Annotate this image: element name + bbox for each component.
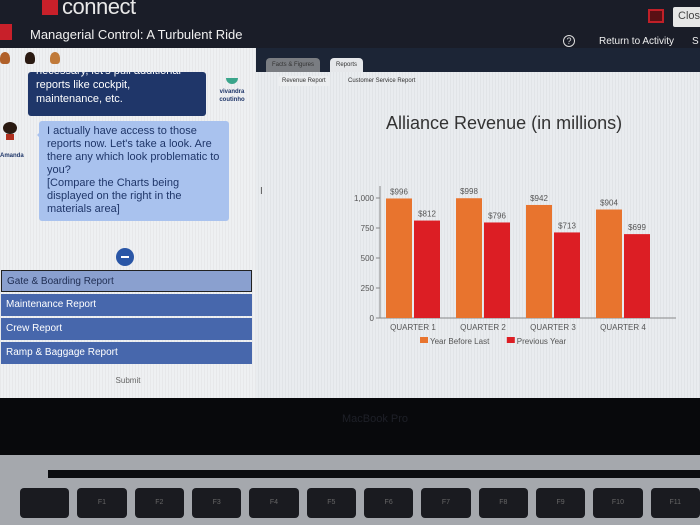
report-option[interactable]: Ramp & Baggage Report <box>1 342 252 364</box>
avatar-row <box>0 52 60 64</box>
data-label: $796 <box>488 211 506 220</box>
keyboard-key: F4 <box>249 488 299 518</box>
bar-year-before-last <box>596 209 622 318</box>
bar-year-before-last <box>526 204 552 318</box>
keyboard-key: F10 <box>593 488 643 518</box>
avatar-icon <box>226 78 238 84</box>
bar-year-before-last <box>456 198 482 318</box>
avatar <box>25 52 35 64</box>
speaker-name: Amanda <box>0 153 24 159</box>
submit-button[interactable]: Submit <box>104 373 152 389</box>
subtab-revenue-report[interactable]: Revenue Report <box>278 76 330 86</box>
y-tick-label: 1,000 <box>354 194 375 203</box>
x-tick-label: QUARTER 2 <box>460 323 506 332</box>
bar-previous-year <box>624 234 650 318</box>
collapse-minus-icon[interactable] <box>116 248 134 266</box>
legend-swatch <box>420 337 428 343</box>
chat-message-vivandra: necessary, let's pull additional reports… <box>28 72 206 116</box>
x-tick-label: QUARTER 3 <box>530 323 576 332</box>
x-tick-label: QUARTER 1 <box>390 323 436 332</box>
data-label: $713 <box>558 221 576 230</box>
keyboard-function-row: F1 F2 F3 F4 F5 F6 F7 F8 F9 F10 F11 <box>0 488 700 525</box>
mcgraw-hill-logo <box>42 0 58 15</box>
materials-tabbar: Facts & Figures Reports <box>256 48 700 72</box>
header-link-s[interactable]: S <box>692 36 699 47</box>
avatar-amanda <box>3 122 17 140</box>
tab-reports[interactable]: Reports <box>330 58 364 72</box>
data-label: $904 <box>600 199 618 208</box>
speaker-vivandra: vivandra coutinho <box>210 78 254 104</box>
publisher-logo-icon <box>0 24 12 40</box>
keyboard-key: F1 <box>77 488 127 518</box>
app-header: connect Managerial Control: A Turbulent … <box>0 0 700 48</box>
keyboard-key: F11 <box>650 488 700 518</box>
report-option[interactable]: Gate & Boarding Report <box>1 270 252 292</box>
bar-previous-year <box>554 232 580 318</box>
legend-swatch <box>506 337 515 343</box>
y-tick-label: 0 <box>370 314 375 323</box>
y-tick-label: 250 <box>361 284 375 293</box>
activity-body: necessary, let's pull additional reports… <box>0 48 700 398</box>
screen-photo: connect Managerial Control: A Turbulent … <box>0 0 700 525</box>
avatar <box>50 52 60 64</box>
bar-previous-year <box>414 220 440 318</box>
bezel-label: MacBook Pro <box>342 413 409 425</box>
data-label: $998 <box>460 187 478 196</box>
report-option[interactable]: Maintenance Report <box>1 294 252 316</box>
data-label: $996 <box>390 187 408 196</box>
chat-message-amanda: I actually have access to those reports … <box>37 121 229 221</box>
subtab-customer-service-report[interactable]: Customer Service Report <box>344 76 419 86</box>
message-text: necessary, let's pull additional reports… <box>36 72 181 105</box>
y-tick-label: 750 <box>361 224 375 233</box>
avatar-head <box>3 122 17 134</box>
data-label: $942 <box>530 194 548 203</box>
lid-edge <box>48 470 700 478</box>
legend-label: Year Before Last <box>430 337 490 346</box>
legend-label: Previous Year <box>517 337 567 346</box>
activity-title: Managerial Control: A Turbulent Ride <box>30 27 243 42</box>
keyboard-key: F3 <box>191 488 242 518</box>
bar-year-before-last <box>386 198 412 318</box>
avatar <box>0 52 10 64</box>
bar-previous-year <box>484 222 510 318</box>
keyboard-key: F6 <box>363 488 414 518</box>
chat-pane: necessary, let's pull additional reports… <box>0 48 256 398</box>
keyboard-key: F7 <box>421 488 471 518</box>
record-icon[interactable] <box>648 9 664 23</box>
x-tick-label: QUARTER 4 <box>600 323 646 332</box>
keyboard-key <box>20 488 70 518</box>
brand-name: connect <box>62 0 136 19</box>
report-options: Gate & Boarding Report Maintenance Repor… <box>1 270 252 366</box>
keyboard-key: F8 <box>478 488 528 518</box>
materials-pane: Facts & Figures Reports Revenue Report C… <box>256 48 700 398</box>
avatar-body <box>6 134 14 140</box>
y-tick-label: 500 <box>361 254 375 263</box>
data-label: $812 <box>418 210 436 219</box>
return-to-activity-link[interactable]: Return to Activity <box>599 36 674 47</box>
revenue-chart: 0 250 500 750 1,000 $996 $812 QUARTER 1 $998 $796… <box>354 186 676 346</box>
keyboard-key: F2 <box>134 488 184 518</box>
tab-facts-figures[interactable]: Facts & Figures <box>266 58 321 72</box>
keyboard-key: F5 <box>306 488 356 518</box>
help-icon[interactable]: ? <box>563 35 575 47</box>
speaker-name: vivandra coutinho <box>219 89 245 103</box>
keyboard-key: F9 <box>535 488 586 518</box>
brand: connect <box>42 0 136 20</box>
close-button[interactable]: Clos <box>673 7 700 27</box>
data-label: $699 <box>628 223 646 232</box>
report-option[interactable]: Crew Report <box>1 318 252 340</box>
